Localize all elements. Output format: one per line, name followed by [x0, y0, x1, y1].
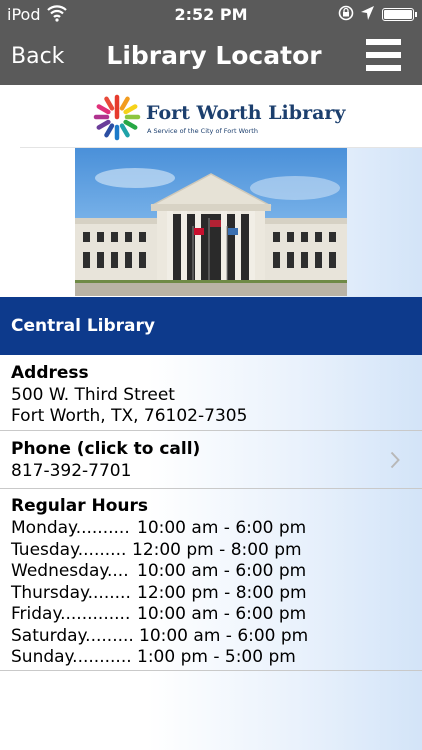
hours-day: Sunday........... [11, 647, 132, 667]
hours-day: Saturday......... [11, 626, 134, 646]
hours-time: 10:00 am - 6:00 pm [137, 561, 307, 581]
library-logo-icon [93, 94, 141, 141]
address-line-2: Fort Worth, TX, 76102-7305 [11, 406, 248, 426]
status-bar: iPod 2:52 PM [0, 0, 422, 28]
logo-title: Fort Worth Library [146, 102, 346, 124]
hours-day: Thursday........ [11, 583, 131, 603]
content-area: Fort Worth Library A Service of the City… [0, 85, 422, 750]
phone-heading: Phone (click to call) [11, 439, 201, 459]
location-arrow-icon [360, 4, 375, 26]
chevron-right-icon [390, 451, 400, 469]
battery-icon [382, 8, 417, 21]
hours-day: Monday.......... [11, 518, 130, 538]
hours-time: 10:00 am - 6:00 pm [137, 604, 307, 624]
logo-subtitle: A Service of the City of Fort Worth [147, 127, 258, 135]
hours-day: Wednesday.... [11, 561, 129, 581]
phone-number[interactable]: 817-392-7701 [11, 461, 131, 481]
hours-day: Friday............. [11, 604, 131, 624]
hours-time: 12:00 pm - 8:00 pm [132, 540, 302, 560]
address-line-1: 500 W. Third Street [11, 385, 175, 405]
library-name: Central Library [11, 316, 155, 336]
nav-bar: Back Library Locator [0, 28, 422, 85]
hours-heading: Regular Hours [11, 496, 149, 516]
orientation-lock-icon [338, 4, 354, 26]
hours-time: 10:00 am - 6:00 pm [137, 518, 307, 538]
hamburger-menu-icon[interactable] [366, 37, 401, 73]
address-heading: Address [11, 363, 89, 383]
address-section: Address 500 W. Third Street Fort Worth, … [0, 355, 422, 431]
library-logo: Fort Worth Library A Service of the City… [20, 85, 422, 148]
phone-row[interactable]: Phone (click to call) 817-392-7701 [0, 431, 422, 489]
hours-day: Tuesday......... [11, 540, 127, 560]
library-name-banner: Central Library [0, 297, 422, 355]
hours-time: 10:00 am - 6:00 pm [139, 626, 309, 646]
hours-time: 1:00 pm - 5:00 pm [137, 647, 296, 667]
status-time: 2:52 PM [174, 5, 248, 24]
hours-section: Regular Hours Monday.......... 10:00 am … [0, 489, 422, 671]
hours-time: 12:00 pm - 8:00 pm [137, 583, 307, 603]
page-title: Library Locator [106, 41, 322, 70]
library-building-photo [75, 148, 347, 296]
